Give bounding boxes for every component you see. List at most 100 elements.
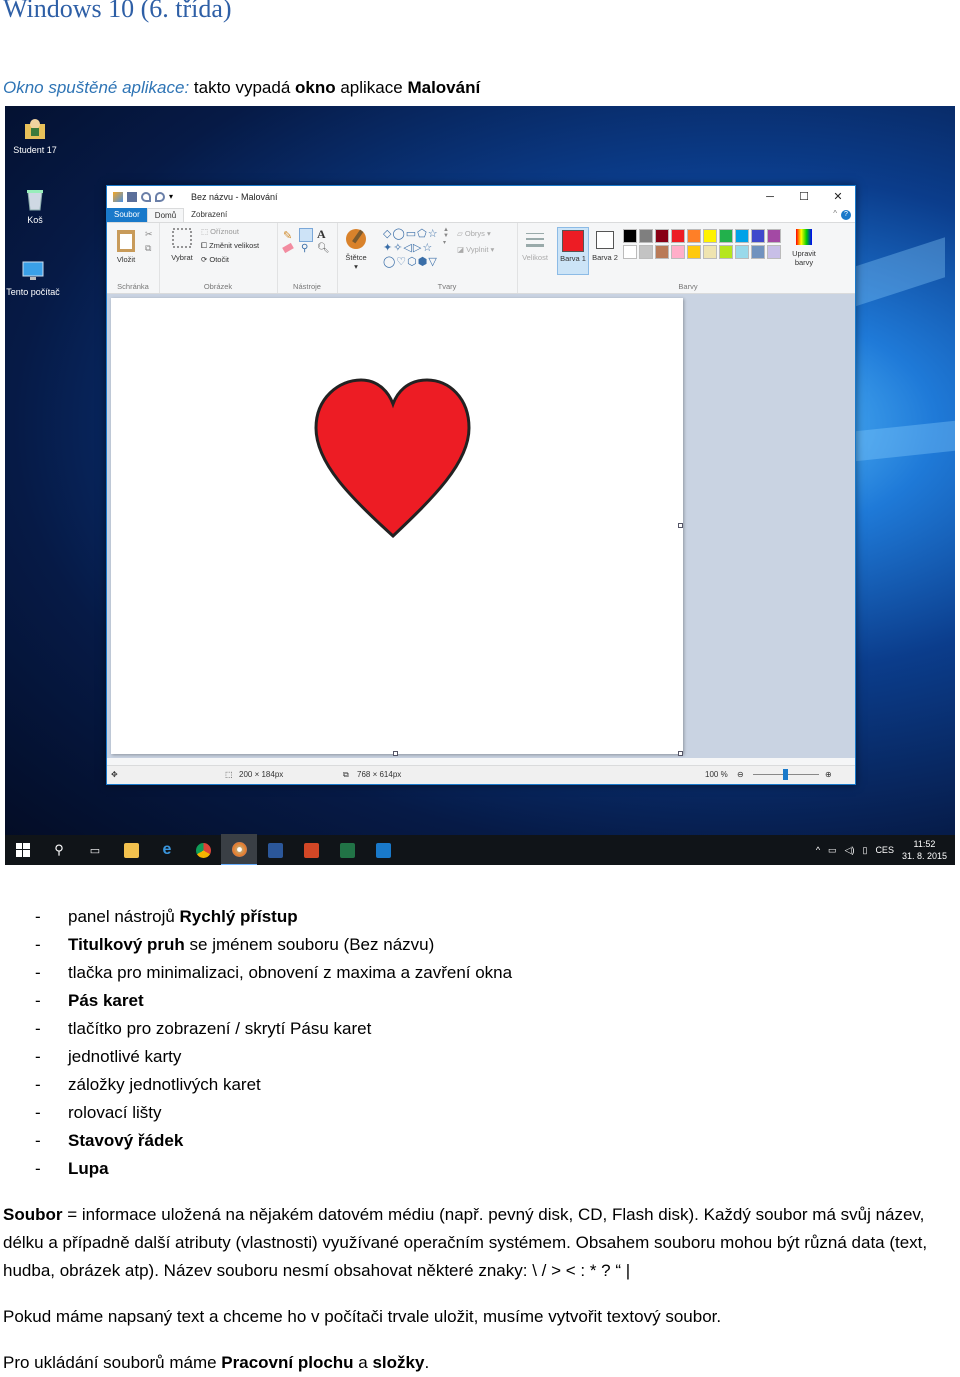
customize-toolbar-icon[interactable]: ▾ — [169, 192, 179, 202]
undo-icon[interactable] — [141, 192, 151, 202]
paint-app-icon[interactable] — [113, 192, 123, 202]
powerpoint-button[interactable] — [293, 835, 329, 865]
color-swatch[interactable] — [703, 229, 717, 243]
show-hidden-icons-icon[interactable]: ^ — [816, 845, 820, 855]
paste-button[interactable]: Vložit — [111, 227, 141, 264]
text-tool-icon[interactable]: A — [317, 227, 326, 242]
rotate-button[interactable]: ⟳ Otočit — [201, 255, 229, 264]
drawing-canvas[interactable] — [111, 298, 683, 754]
group-image: Vybrat ⬚ Oříznout ⧠ Změnit velikost ⟳ Ot… — [159, 223, 278, 293]
search-button[interactable]: ⚲ — [41, 835, 77, 865]
pencil-icon[interactable]: ✎ — [283, 229, 292, 242]
color-swatch[interactable] — [639, 229, 653, 243]
fill-button[interactable]: ◪ Vyplnit ▾ — [457, 245, 494, 254]
list-item: - tlačka pro minimalizaci, obnovení z max… — [35, 963, 513, 982]
color-swatch[interactable] — [655, 229, 669, 243]
color-swatch[interactable] — [687, 245, 701, 259]
crop-button[interactable]: ⬚ Oříznout — [201, 227, 239, 236]
edge-button[interactable]: e — [149, 835, 185, 865]
tab-view[interactable]: Zobrazení — [184, 208, 234, 222]
help-icon[interactable]: ? — [841, 210, 851, 220]
color-swatch[interactable] — [767, 245, 781, 259]
eraser-icon[interactable] — [282, 242, 294, 254]
intro-text-2: aplikace — [335, 78, 408, 97]
list-item: - jednotlivé karty — [35, 1047, 182, 1066]
tab-file[interactable]: Soubor — [107, 208, 147, 222]
outline-button[interactable]: ▱ Obrys ▾ — [457, 229, 491, 238]
paint-window: ▾ Bez názvu - Malování ─ ☐ ✕ Soubor Domů… — [106, 185, 856, 785]
magnifier-icon[interactable]: 🔍︎ — [317, 243, 330, 254]
color-swatch[interactable] — [751, 245, 765, 259]
canvas-resize-handle[interactable] — [678, 751, 683, 756]
volume-icon[interactable]: ◁) — [845, 845, 855, 856]
color-swatch[interactable] — [703, 245, 717, 259]
save-icon[interactable] — [127, 192, 137, 202]
desktop-icon-label: Tento počítač — [6, 287, 60, 297]
zoom-out-button[interactable]: ⊖ — [737, 770, 744, 779]
group-label: Barvy — [678, 282, 698, 291]
color-swatch[interactable] — [767, 229, 781, 243]
outline-icon: ▱ — [457, 229, 465, 238]
language-indicator[interactable]: CES — [875, 845, 894, 855]
file-explorer-button[interactable] — [113, 835, 149, 865]
intro-highlight: Okno spuštěné aplikace: — [3, 78, 190, 97]
minimize-button[interactable]: ─ — [753, 186, 787, 208]
color-swatch[interactable] — [671, 245, 685, 259]
canvas-resize-handle[interactable] — [678, 523, 683, 528]
selection-size: 200 × 184px — [239, 770, 284, 779]
color-swatch[interactable] — [687, 229, 701, 243]
list-item: - Titulkový pruh se jménem souboru (Bez n… — [35, 935, 435, 954]
redo-icon[interactable] — [155, 192, 165, 202]
paint-button[interactable] — [221, 834, 257, 865]
task-view-button[interactable]: ▭ — [77, 835, 113, 865]
recycle-bin-icon — [22, 186, 48, 212]
excel-button[interactable] — [329, 835, 365, 865]
color-swatch[interactable] — [719, 229, 733, 243]
settings-icon — [375, 842, 391, 858]
maximize-button[interactable]: ☐ — [787, 186, 821, 208]
message-icon[interactable]: ▯ — [862, 845, 867, 856]
color-swatch[interactable] — [735, 229, 749, 243]
list-item: - Pás karet — [35, 991, 144, 1010]
edit-colors-button[interactable]: Upravit barvy — [787, 227, 821, 267]
color-swatch[interactable] — [655, 245, 669, 259]
color-swatch[interactable] — [623, 245, 637, 259]
settings-button[interactable] — [365, 835, 401, 865]
canvas-resize-handle[interactable] — [393, 751, 398, 756]
color-swatch[interactable] — [639, 245, 653, 259]
start-button[interactable] — [5, 835, 41, 865]
color2-button[interactable]: Barva 2 — [591, 227, 619, 273]
color-swatch[interactable] — [623, 229, 637, 243]
color1-button[interactable]: Barva 1 — [557, 227, 589, 275]
word-button[interactable] — [257, 835, 293, 865]
zoom-in-button[interactable]: ⊕ — [825, 770, 832, 779]
gallery-scroll-icon[interactable]: ▲ ▼ ▾ — [443, 227, 449, 246]
color-swatch[interactable] — [751, 229, 765, 243]
network-icon[interactable]: ▭ — [828, 845, 837, 856]
collapse-ribbon-icon[interactable]: ^ — [833, 209, 837, 218]
select-button[interactable]: Vybrat — [165, 227, 199, 262]
group-label: Nástroje — [293, 282, 321, 291]
brushes-button[interactable]: Štětce ▾ — [340, 227, 372, 271]
task-view-icon: ▭ — [89, 844, 101, 857]
chrome-button[interactable] — [185, 835, 221, 865]
color-swatch[interactable] — [671, 229, 685, 243]
clock[interactable]: 11:52 31. 8. 2015 — [902, 838, 947, 862]
shapes-gallery[interactable]: ◇◯▭⬠☆ ✦✧◁▷☆ ◯♡⬡⬢▽ — [383, 227, 443, 271]
desktop-icon-recycle-bin[interactable]: Koš — [5, 186, 65, 226]
tab-home[interactable]: Domů — [146, 208, 185, 222]
color-swatch[interactable] — [719, 245, 733, 259]
copy-icon[interactable]: ⧉ — [145, 243, 151, 254]
color-swatch[interactable] — [735, 245, 749, 259]
desktop-icon-this-pc[interactable]: Tento počítač — [5, 258, 61, 298]
desktop-icon-student[interactable]: Student 17 — [5, 116, 65, 156]
color-picker-icon[interactable]: ⚲ — [301, 243, 308, 254]
resize-button[interactable]: ⧠ Změnit velikost — [201, 241, 259, 251]
close-button[interactable]: ✕ — [821, 186, 855, 208]
cut-icon[interactable]: ✂ — [145, 229, 153, 240]
cursor-position-icon: ✥ — [111, 770, 118, 779]
zoom-slider-thumb[interactable] — [783, 769, 788, 780]
size-button[interactable]: Velikost — [519, 229, 551, 262]
fill-bucket-icon[interactable] — [299, 228, 313, 242]
list-item: - Stavový řádek — [35, 1131, 184, 1150]
